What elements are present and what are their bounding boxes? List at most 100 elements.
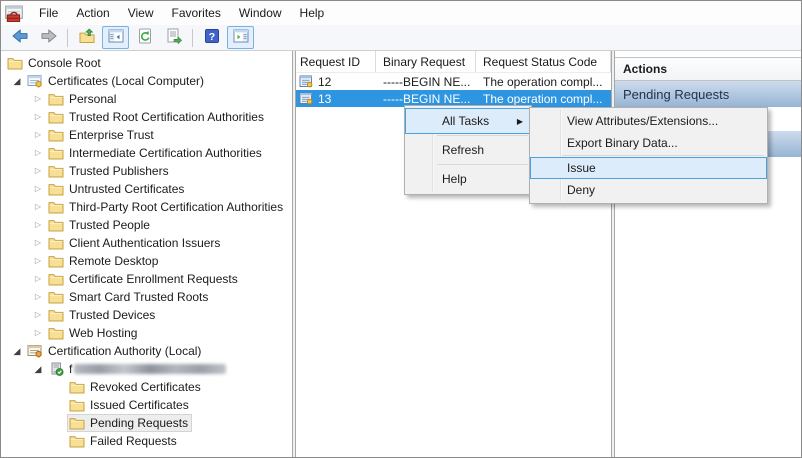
help-button[interactable]: ? [198, 26, 225, 49]
menu-bar: FileActionViewFavoritesWindowHelp [1, 1, 801, 25]
expander-collapsed-icon[interactable]: ▷ [30, 252, 46, 270]
cell-request-id: 12 [296, 73, 376, 90]
certificates-icon [27, 74, 43, 88]
expander-collapsed-icon[interactable]: ▷ [30, 270, 46, 288]
expander-collapsed-icon[interactable]: ▷ [30, 306, 46, 324]
tree-item-box: Issued Certificates [67, 396, 193, 414]
tree-item-trusted-devices[interactable]: ▷Trusted Devices [1, 306, 292, 324]
cell-request-id: 13 [296, 90, 376, 107]
tree-item-box: Trusted Root Certification Authorities [46, 108, 268, 126]
context-menu-separator [437, 135, 528, 136]
tree-item-issued-certificates[interactable]: Issued Certificates [1, 396, 292, 414]
expander-collapsed-icon[interactable]: ▷ [30, 90, 46, 108]
tree-item-box: Smart Card Trusted Roots [46, 288, 212, 306]
tree-item-intermediate-certification-authorities[interactable]: ▷Intermediate Certification Authorities [1, 144, 292, 162]
menu-window[interactable]: Window [230, 2, 291, 24]
tree-item-certificates-local-computer[interactable]: ◢Certificates (Local Computer) [1, 72, 292, 90]
mmc-console-icon [4, 5, 24, 22]
tree-item-label: Certification Authority (Local) [48, 344, 201, 358]
expander-collapsed-icon[interactable]: ▷ [30, 144, 46, 162]
expander-collapsed-icon[interactable]: ▷ [30, 234, 46, 252]
refresh-button[interactable] [131, 26, 158, 49]
folder-icon [69, 434, 85, 448]
folder-icon [69, 398, 85, 412]
expander-collapsed-icon[interactable]: ▷ [30, 198, 46, 216]
tree-item-enterprise-trust[interactable]: ▷ Enterprise Trust [1, 126, 292, 144]
tree-item-third-party-root-certification-authorities[interactable]: ▷Third-Party Root Certification Authorit… [1, 198, 292, 216]
tree-item-pending-requests[interactable]: Pending Requests [1, 414, 292, 432]
tree-item-client-authentication-issuers[interactable]: ▷ Client Authentication Issuers [1, 234, 292, 252]
submenu-item-deny[interactable]: Deny [530, 179, 767, 201]
tree-item-label: Enterprise Trust [69, 128, 154, 142]
tree-item-label: Smart Card Trusted Roots [69, 290, 208, 304]
svg-text:?: ? [208, 31, 214, 43]
context-menu-item-help[interactable]: Help [405, 166, 531, 192]
column-header-binary-request[interactable]: Binary Request [376, 51, 476, 72]
folder-icon [48, 290, 64, 304]
tree-item-personal[interactable]: ▷Personal [1, 90, 292, 108]
tree-item-label: Remote Desktop [69, 254, 158, 268]
tree-item-console-root[interactable]: Console Root [1, 54, 292, 72]
tree-item-box: Client Authentication Issuers [46, 234, 224, 252]
tree-item-certificate-enrollment-requests[interactable]: ▷Certificate Enrollment Requests [1, 270, 292, 288]
expander-collapsed-icon[interactable]: ▷ [30, 108, 46, 126]
tree-item-failed-requests[interactable]: Failed Requests [1, 432, 292, 450]
up-one-level-button[interactable] [73, 26, 100, 49]
expander-collapsed-icon[interactable]: ▷ [30, 216, 46, 234]
tree-item-remote-desktop[interactable]: ▷ Remote Desktop [1, 252, 292, 270]
list-header: Request IDBinary RequestRequest Status C… [296, 51, 611, 73]
menu-file[interactable]: File [30, 2, 67, 24]
tree-item-label: Trusted Root Certification Authorities [69, 110, 264, 124]
expander-collapsed-icon[interactable]: ▷ [30, 180, 46, 198]
menu-view[interactable]: View [119, 2, 163, 24]
tree-item-box: Console Root [5, 54, 105, 72]
tree-item-box: Personal [46, 90, 120, 108]
menu-help[interactable]: Help [291, 2, 334, 24]
tree-item-trusted-publishers[interactable]: ▷Trusted Publishers [1, 162, 292, 180]
menu-action[interactable]: Action [67, 2, 118, 24]
all-tasks-submenu: View Attributes/Extensions...Export Bina… [529, 107, 768, 204]
tree-item-label: Pending Requests [90, 416, 188, 430]
tree-item-certification-authority-local[interactable]: ◢ Certification Authority (Local) [1, 342, 292, 360]
expander-expanded-icon[interactable]: ◢ [9, 72, 25, 90]
expander-collapsed-icon[interactable]: ▷ [30, 324, 46, 342]
folder-icon [48, 218, 64, 232]
submenu-item-export-binary-data[interactable]: Export Binary Data... [530, 132, 767, 154]
console-tree-pane: Console Root◢Certificates (Local Compute… [1, 51, 293, 457]
menu-favorites[interactable]: Favorites [163, 2, 230, 24]
tree-item-label: Failed Requests [90, 434, 177, 448]
tree-item-box: Untrusted Certificates [46, 180, 188, 198]
context-menu-separator [437, 164, 528, 165]
tree-item-label: Client Authentication Issuers [69, 236, 220, 250]
tree-item-box: Pending Requests [67, 414, 192, 432]
tree-item-web-hosting[interactable]: ▷Web Hosting [1, 324, 292, 342]
column-header-request-status-code[interactable]: Request Status Code [476, 51, 611, 72]
forward-icon [41, 28, 57, 47]
column-header-request-id[interactable]: Request ID [296, 51, 376, 72]
submenu-item-issue[interactable]: Issue [530, 157, 767, 179]
forward-button[interactable] [35, 26, 62, 49]
tree-item-smart-card-trusted-roots[interactable]: ▷ Smart Card Trusted Roots [1, 288, 292, 306]
context-menu-item-refresh[interactable]: Refresh [405, 137, 531, 163]
show-action-pane-button[interactable] [227, 26, 254, 49]
tree-item-trusted-root-certification-authorities[interactable]: ▷ Trusted Root Certification Authorities [1, 108, 292, 126]
actions-group-pending-requests[interactable]: Pending Requests [615, 81, 801, 107]
show-console-tree-button[interactable] [102, 26, 129, 49]
tree-item-f[interactable]: ◢f [1, 360, 292, 378]
request-row-12[interactable]: 12-----BEGIN NE...The operation compl... [296, 73, 611, 90]
expander-collapsed-icon[interactable]: ▷ [30, 162, 46, 180]
context-menu-item-all-tasks[interactable]: All Tasks▶ [405, 108, 531, 134]
export-list-button[interactable] [160, 26, 187, 49]
tree-item-untrusted-certificates[interactable]: ▷Untrusted Certificates [1, 180, 292, 198]
expander-collapsed-icon[interactable]: ▷ [30, 126, 46, 144]
expander-collapsed-icon[interactable]: ▷ [30, 288, 46, 306]
tree-item-revoked-certificates[interactable]: Revoked Certificates [1, 378, 292, 396]
tree-item-trusted-people[interactable]: ▷Trusted People [1, 216, 292, 234]
folder-icon [48, 236, 64, 250]
toolbar: ? [1, 25, 801, 51]
toolbar-separator [67, 29, 68, 47]
back-button[interactable] [6, 26, 33, 49]
expander-expanded-icon[interactable]: ◢ [30, 360, 46, 378]
expander-expanded-icon[interactable]: ◢ [9, 342, 25, 360]
submenu-item-view-attributes-extensions[interactable]: View Attributes/Extensions... [530, 110, 767, 132]
